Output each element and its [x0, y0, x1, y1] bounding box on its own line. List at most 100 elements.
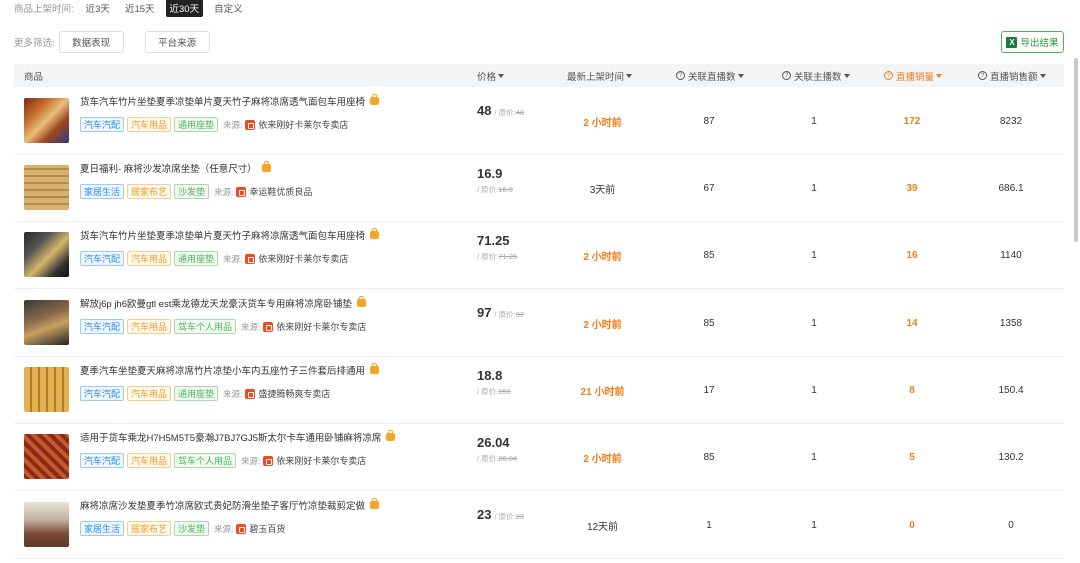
- shop-name[interactable]: 依来刚好卡莱尔专卖店: [258, 118, 348, 131]
- category-tag: 汽车汽配: [80, 251, 125, 266]
- col-latest-time-label: 最新上架时间: [567, 71, 625, 83]
- vertical-scrollbar[interactable]: [1074, 58, 1078, 242]
- col-linked-live[interactable]: ? 关联直播数: [676, 64, 744, 87]
- time-option-custom[interactable]: 自定义: [210, 0, 247, 17]
- product-title-wrap[interactable]: 解放j6p jh6欧曼gtl est乘龙德龙天龙豪沃货车专用麻将凉席卧铺垫: [80, 296, 366, 310]
- shop-name[interactable]: 幸运鞋优质良品: [249, 185, 312, 198]
- product-tags: 汽车汽配 汽车用品 通用座垫 来源: 盛捷腾畅爽专卖店: [80, 386, 330, 401]
- excel-icon: X: [1006, 36, 1018, 48]
- live-sales-cell: 16: [906, 249, 918, 261]
- product-thumbnail[interactable]: [24, 434, 69, 479]
- product-thumbnail[interactable]: [24, 300, 69, 345]
- col-price-label: 价格: [477, 71, 497, 83]
- product-title-wrap[interactable]: 麻将凉席沙发垫夏季竹凉席欧式贵妃防滑坐垫子客厅竹凉垫裁剪定做: [80, 498, 380, 512]
- latest-time-cell: 2 小时前: [583, 251, 622, 263]
- product-thumbnail[interactable]: [24, 232, 69, 277]
- category-tag: 驾车个人用品: [174, 453, 237, 468]
- shopping-bag-icon: [356, 296, 366, 307]
- shop-icon: [263, 321, 274, 332]
- question-icon: ?: [676, 71, 685, 80]
- time-option-3d[interactable]: 近3天: [82, 0, 114, 17]
- category-tag: 汽车汽配: [80, 117, 125, 132]
- col-live-sales-label: 直播销量: [896, 71, 935, 83]
- category-tag: 汽车汽配: [80, 453, 125, 468]
- table-row[interactable]: 麻将凉席沙发垫夏季竹凉席欧式贵妃防滑坐垫子客厅竹凉垫裁剪定做 家居生活 居家布艺…: [14, 492, 1064, 559]
- shop-name[interactable]: 碧玉百货: [249, 522, 285, 535]
- price-value: 71.25: [477, 233, 510, 248]
- table-row[interactable]: 货车汽车竹片坐垫夏季凉垫单片夏天竹子麻将凉席透气面包车用座椅 汽车汽配 汽车用品…: [14, 88, 1064, 155]
- time-option-30d[interactable]: 近30天: [165, 0, 204, 17]
- category-tag: 汽车汽配: [80, 386, 125, 401]
- category-tag: 通用座垫: [174, 117, 219, 132]
- time-option-15d[interactable]: 近15天: [121, 0, 159, 17]
- product-tags: 汽车汽配 汽车用品 驾车个人用品 来源: 依来刚好卡莱尔专卖店: [80, 453, 366, 468]
- product-title-wrap[interactable]: 夏季汽车坐垫夏天麻将凉席竹片凉垫小车内五座竹子三件套后排通用: [80, 363, 380, 377]
- col-live-sales[interactable]: ? 直播销量: [884, 64, 943, 87]
- product-title-wrap[interactable]: 适用于货车乘龙H7H5M5T5豪瀚J7BJ7GJ5斯太尔卡车通用卧铺麻将凉席: [80, 430, 396, 444]
- price-value: 48: [477, 103, 492, 118]
- latest-time-cell: 21 小时前: [580, 386, 625, 398]
- live-revenue-cell: 8232: [999, 115, 1023, 127]
- shop-icon: [245, 119, 256, 130]
- product-title-wrap[interactable]: 夏日福利- 麻将沙发凉席坐垫（任意尺寸）: [80, 161, 271, 175]
- col-latest-time[interactable]: 最新上架时间: [567, 64, 633, 87]
- export-results-button[interactable]: X 导出结果: [1001, 31, 1064, 53]
- table-row[interactable]: 适用于货车乘龙H7H5M5T5豪瀚J7BJ7GJ5斯太尔卡车通用卧铺麻将凉席 汽…: [14, 424, 1064, 491]
- shopping-bag-icon: [370, 363, 380, 374]
- col-price[interactable]: 价格: [477, 64, 505, 87]
- question-icon: ?: [978, 71, 987, 80]
- table-row[interactable]: 夏季汽车坐垫夏天麻将凉席竹片凉垫小车内五座竹子三件套后排通用 汽车汽配 汽车用品…: [14, 357, 1064, 424]
- product-title[interactable]: 解放j6p jh6欧曼gtl est乘龙德龙天龙豪沃货车专用麻将凉席卧铺垫: [80, 296, 352, 310]
- product-tags: 汽车汽配 汽车用品 驾车个人用品 来源: 依来刚好卡莱尔专卖店: [80, 319, 366, 334]
- category-tag: 家居生活: [80, 521, 125, 536]
- col-live-revenue[interactable]: ? 直播销售额: [978, 64, 1046, 87]
- linked-host-cell: 1: [811, 115, 817, 127]
- linked-live-cell: 67: [703, 182, 715, 194]
- question-icon: ?: [782, 71, 791, 80]
- product-title[interactable]: 货车汽车竹片坐垫夏季凉垫单片夏天竹子麻将凉席透气面包车用座椅: [80, 228, 365, 242]
- col-linked-host-label: 关联主播数: [794, 71, 842, 83]
- export-label: 导出结果: [1020, 38, 1059, 49]
- product-thumbnail[interactable]: [24, 367, 69, 412]
- product-title[interactable]: 货车汽车竹片坐垫夏季凉垫单片夏天竹子麻将凉席透气面包车用座椅: [80, 94, 365, 108]
- shop-icon: [245, 388, 256, 399]
- live-sales-cell: 0: [909, 519, 915, 531]
- product-title[interactable]: 夏日福利- 麻将沙发凉席坐垫（任意尺寸）: [80, 161, 257, 175]
- shop-name[interactable]: 盛捷腾畅爽专卖店: [258, 387, 330, 400]
- platform-source-button[interactable]: 平台来源: [144, 31, 210, 53]
- shop-icon: [236, 523, 247, 534]
- live-sales-cell: 8: [909, 384, 915, 396]
- product-thumbnail[interactable]: [24, 502, 69, 547]
- shop-name[interactable]: 依来刚好卡莱尔专卖店: [276, 320, 366, 333]
- shopping-bag-icon: [261, 161, 271, 172]
- product-thumbnail[interactable]: [24, 98, 69, 143]
- data-performance-button[interactable]: 数据表现: [58, 31, 124, 53]
- product-title[interactable]: 麻将凉席沙发垫夏季竹凉席欧式贵妃防滑坐垫子客厅竹凉垫裁剪定做: [80, 498, 365, 512]
- col-linked-host[interactable]: ? 关联主播数: [782, 64, 850, 87]
- price-value: 23: [477, 507, 492, 522]
- latest-time-cell: 2 小时前: [583, 453, 622, 465]
- original-price: / 原价:48: [494, 108, 525, 117]
- table-row[interactable]: 夏日福利- 麻将沙发凉席坐垫（任意尺寸） 家居生活 居家布艺 沙发垫 来源: 幸…: [14, 155, 1064, 222]
- product-title[interactable]: 适用于货车乘龙H7H5M5T5豪瀚J7BJ7GJ5斯太尔卡车通用卧铺麻将凉席: [80, 430, 381, 444]
- product-title-wrap[interactable]: 货车汽车竹片坐垫夏季凉垫单片夏天竹子麻将凉席透气面包车用座椅: [80, 94, 380, 108]
- category-tag: 家居生活: [80, 184, 125, 199]
- live-revenue-cell: 130.2: [998, 451, 1024, 463]
- live-revenue-cell: 1140: [1000, 249, 1022, 261]
- more-filter-label: 更多筛选:: [14, 38, 55, 49]
- live-sales-cell: 172: [903, 115, 921, 127]
- source-label: 来源:: [214, 523, 234, 534]
- table-row[interactable]: 解放j6p jh6欧曼gtl est乘龙德龙天龙豪沃货车专用麻将凉席卧铺垫 汽车…: [14, 290, 1064, 357]
- shopping-bag-icon: [370, 94, 380, 105]
- price-value: 18.8: [477, 368, 503, 383]
- price-cell: 18.8 / 原价:158: [477, 368, 511, 397]
- shopping-bag-icon: [386, 430, 396, 441]
- original-price: / 原价:23: [494, 512, 525, 521]
- product-title[interactable]: 夏季汽车坐垫夏天麻将凉席竹片凉垫小车内五座竹子三件套后排通用: [80, 363, 365, 377]
- table-row[interactable]: 货车汽车竹片坐垫夏季凉垫单片夏天竹子麻将凉席透气面包车用座椅 汽车汽配 汽车用品…: [14, 222, 1064, 289]
- shop-name[interactable]: 依来刚好卡莱尔专卖店: [276, 454, 366, 467]
- linked-live-cell: 85: [703, 249, 715, 261]
- product-title-wrap[interactable]: 货车汽车竹片坐垫夏季凉垫单片夏天竹子麻将凉席透气面包车用座椅: [80, 228, 380, 242]
- shop-name[interactable]: 依来刚好卡莱尔专卖店: [258, 252, 348, 265]
- product-thumbnail[interactable]: [24, 165, 69, 210]
